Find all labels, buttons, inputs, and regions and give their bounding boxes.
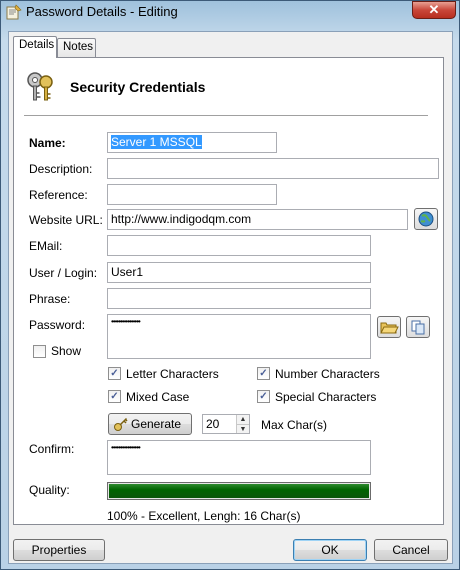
description-field[interactable]: [107, 158, 439, 179]
generate-button[interactable]: Generate: [108, 413, 192, 435]
user-label: User / Login:: [29, 266, 98, 280]
number-characters-checkbox[interactable]: ✓: [257, 367, 270, 380]
description-label: Description:: [29, 162, 93, 176]
copy-icon: [411, 320, 425, 335]
letter-characters-checkbox[interactable]: ✓: [108, 367, 121, 380]
quality-label: Quality:: [29, 483, 70, 497]
quality-meter: [107, 482, 371, 500]
email-label: EMail:: [29, 239, 63, 253]
email-field[interactable]: [107, 235, 371, 256]
dialog-client-area: Details Notes Security Credentials Name:…: [8, 31, 453, 564]
close-button[interactable]: ✕: [412, 1, 456, 19]
phrase-label: Phrase:: [29, 292, 71, 306]
quality-meter-fill: [109, 484, 369, 498]
open-file-button[interactable]: [377, 316, 401, 338]
password-details-window: Password Details - Editing ✕ Details Not…: [0, 0, 460, 570]
url-label: Website URL:: [29, 213, 103, 227]
letter-characters-label: Letter Characters: [126, 367, 219, 381]
title-bar[interactable]: Password Details - Editing ✕: [1, 1, 459, 23]
app-icon: [6, 4, 22, 20]
spin-down-button[interactable]: ▼: [236, 424, 249, 433]
phrase-field[interactable]: [107, 288, 371, 309]
folder-open-icon: [380, 322, 399, 334]
copy-password-button[interactable]: [406, 316, 430, 338]
password-label: Password:: [29, 318, 86, 332]
section-title: Security Credentials: [70, 79, 206, 95]
password-field[interactable]: ••••••••••••••••: [107, 314, 371, 359]
generate-label: Generate: [131, 417, 182, 431]
name-field[interactable]: Server 1 MSSQL: [107, 132, 277, 153]
keys-icon: [27, 72, 53, 101]
number-characters-label: Number Characters: [275, 367, 380, 381]
mixed-case-label: Mixed Case: [126, 390, 190, 404]
ok-button[interactable]: OK: [293, 539, 367, 561]
properties-button[interactable]: Properties: [13, 539, 105, 561]
tab-notes[interactable]: Notes: [57, 38, 96, 58]
cancel-button[interactable]: Cancel: [374, 539, 448, 561]
url-field[interactable]: http://www.indigodqm.com: [107, 209, 408, 230]
name-value: Server 1 MSSQL: [111, 135, 202, 149]
confirm-label: Confirm:: [29, 442, 75, 456]
window-title: Password Details - Editing: [26, 4, 178, 19]
globe-icon: [418, 211, 434, 227]
show-password-label: Show: [51, 344, 82, 358]
show-password-checkbox[interactable]: [33, 345, 46, 358]
max-chars-label: Max Char(s): [261, 418, 328, 432]
key-icon: [114, 417, 128, 431]
details-panel: Security Credentials Name: Server 1 MSSQ…: [13, 57, 444, 525]
name-label: Name:: [29, 136, 66, 150]
tab-details[interactable]: Details: [13, 36, 57, 58]
reference-field[interactable]: [107, 184, 277, 205]
mixed-case-checkbox[interactable]: ✓: [108, 390, 121, 403]
open-url-button[interactable]: [414, 208, 438, 230]
user-field[interactable]: User1: [107, 262, 371, 283]
spin-up-button[interactable]: ▲: [236, 415, 249, 424]
max-chars-value: 20: [206, 417, 220, 431]
special-characters-label: Special Characters: [275, 390, 377, 404]
special-characters-checkbox[interactable]: ✓: [257, 390, 270, 403]
confirm-password-field[interactable]: ••••••••••••••••: [107, 440, 371, 475]
header-divider: [24, 115, 428, 116]
reference-label: Reference:: [29, 188, 88, 202]
quality-summary: 100% - Excellent, Lengh: 16 Char(s): [107, 509, 301, 523]
max-chars-spinner[interactable]: 20 ▲ ▼: [202, 414, 250, 434]
